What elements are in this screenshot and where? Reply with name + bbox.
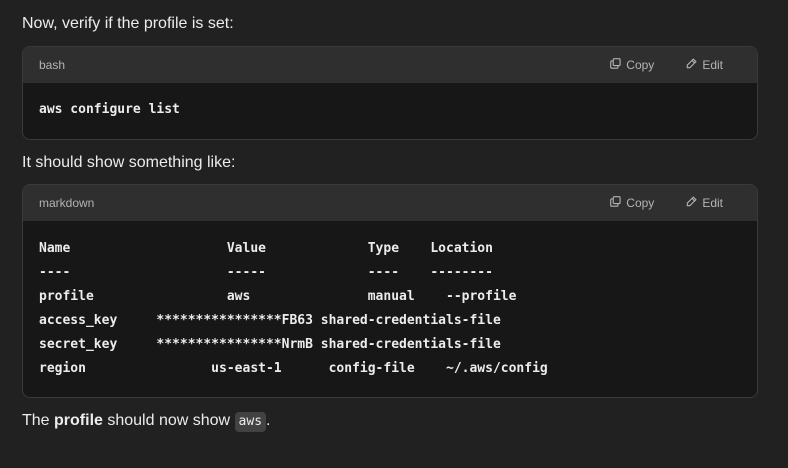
- inline-code: aws: [234, 412, 267, 432]
- outro-text: The profile should now show aws.: [22, 411, 270, 432]
- code-actions: Copy Edit: [610, 58, 741, 72]
- code-content: aws configure list: [39, 102, 180, 117]
- copy-button[interactable]: Copy: [610, 58, 654, 72]
- middle-text: It should show something like:: [22, 154, 236, 171]
- code-actions: Copy Edit: [610, 196, 741, 210]
- copy-label: Copy: [626, 58, 655, 72]
- code-header: bash Copy Edit: [23, 47, 757, 83]
- edit-label: Edit: [702, 196, 723, 210]
- chat-message: Now, verify if the profile is set: bash …: [0, 0, 788, 468]
- outro-middle: should now show: [102, 412, 235, 429]
- outro-suffix: .: [266, 412, 271, 429]
- outro-prefix: The: [22, 412, 55, 429]
- copy-button[interactable]: Copy: [610, 196, 654, 210]
- edit-button[interactable]: Edit: [686, 58, 723, 72]
- code-language-label: bash: [39, 58, 66, 72]
- copy-icon: [610, 196, 621, 210]
- code-content: Name Value Type Location ---- ----- ----…: [39, 241, 548, 376]
- code-header: markdown Copy Edit: [23, 185, 757, 221]
- pencil-icon: [686, 196, 697, 210]
- code-language-label: markdown: [39, 196, 95, 210]
- code-block-bash: bash Copy Edit aws configure list: [22, 46, 758, 140]
- code-block-markdown: markdown Copy Edit Name Value Type Locat…: [22, 184, 758, 398]
- copy-icon: [610, 58, 621, 72]
- edit-label: Edit: [702, 58, 723, 72]
- outro-bold: profile: [54, 412, 103, 429]
- pencil-icon: [686, 58, 697, 72]
- intro-text: Now, verify if the profile is set:: [22, 15, 234, 32]
- copy-label: Copy: [626, 196, 655, 210]
- edit-button[interactable]: Edit: [686, 196, 723, 210]
